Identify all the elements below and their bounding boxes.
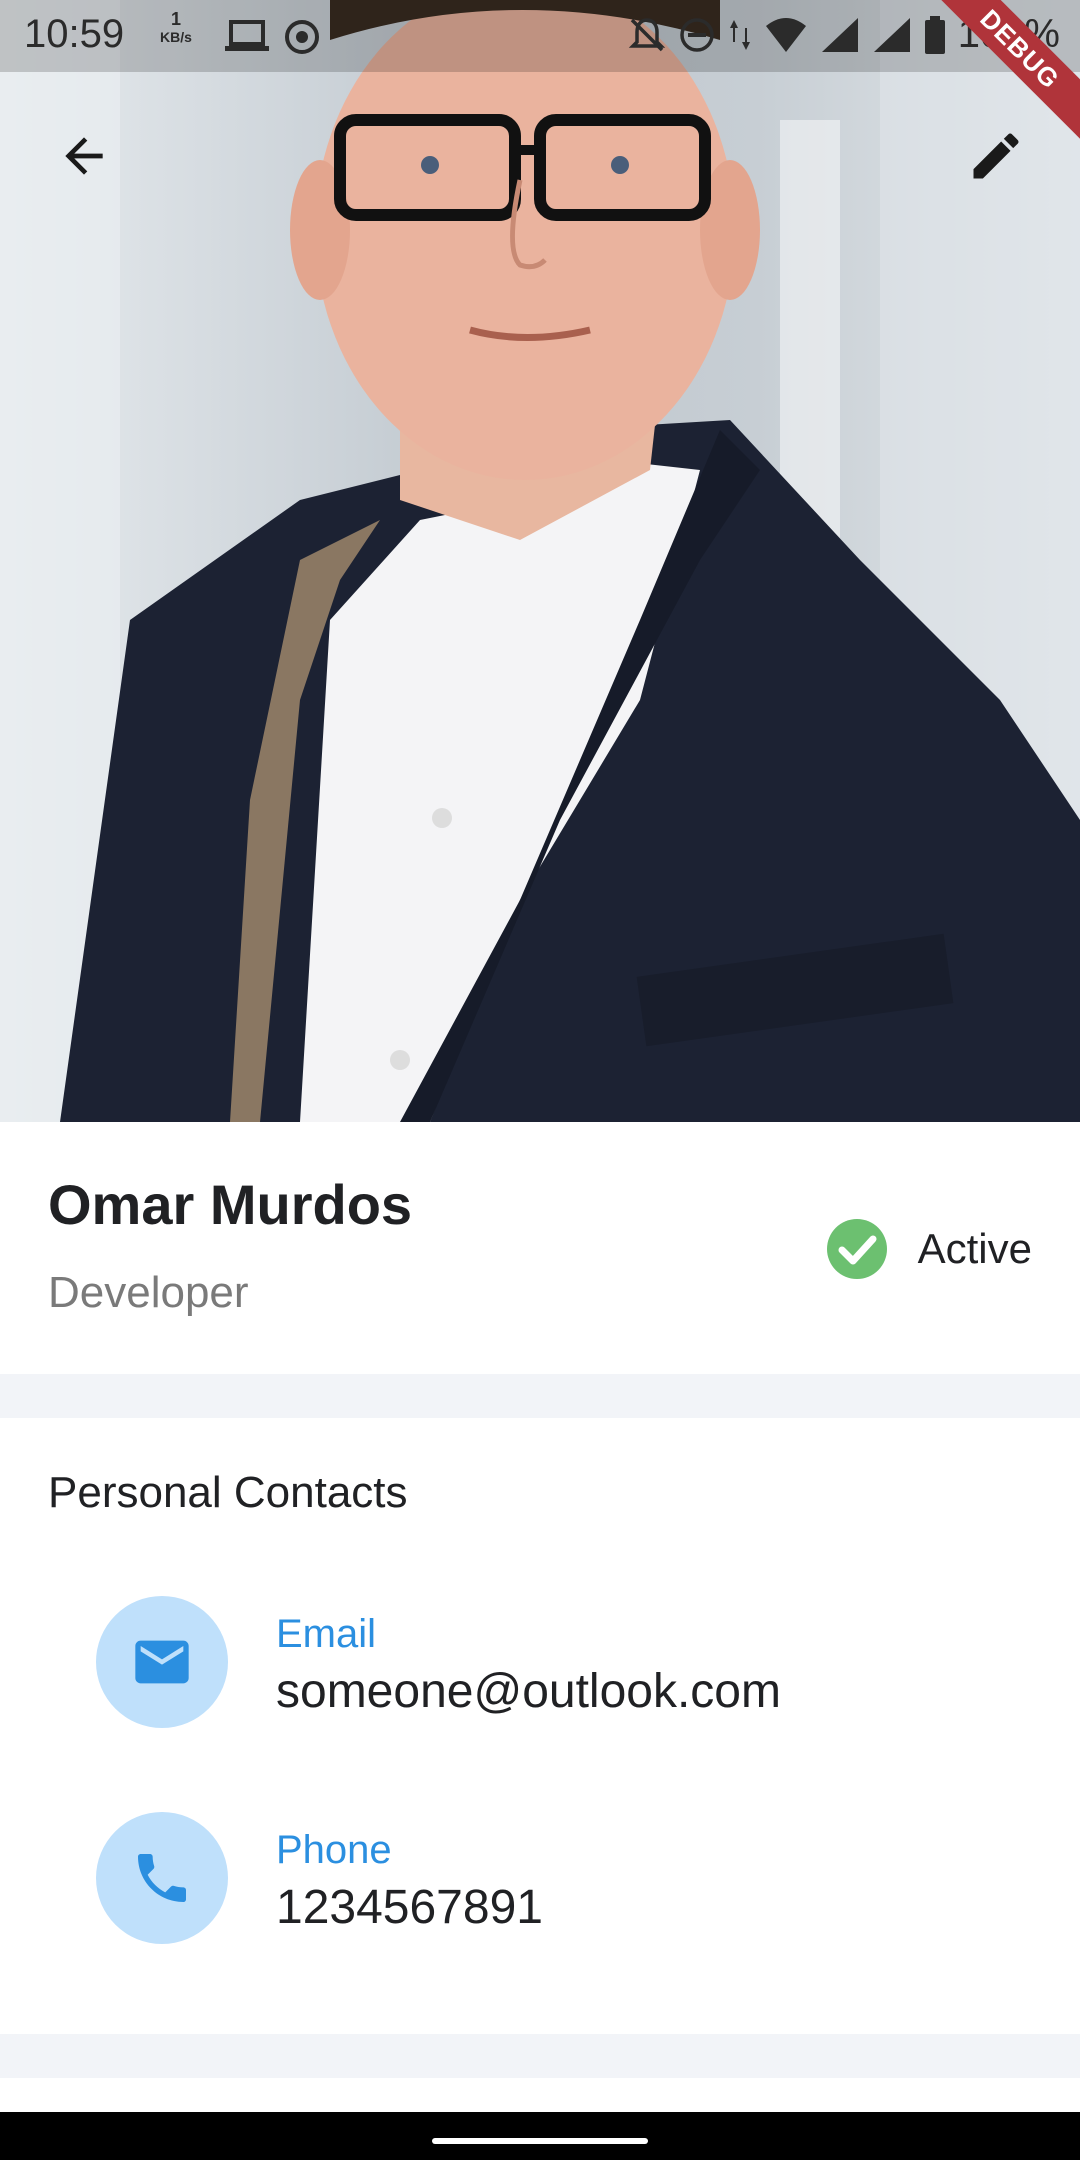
status-bar: 10:59 1 KB/s bbox=[0, 0, 1080, 72]
personal-contacts-section: Personal Contacts Email someone@outlook.… bbox=[0, 1418, 1080, 2034]
arrow-back-icon bbox=[65, 137, 103, 175]
contact-row-phone[interactable]: Phone 1234567891 bbox=[96, 1812, 996, 1952]
email-avatar bbox=[96, 1596, 228, 1728]
pencil-icon bbox=[973, 133, 1019, 179]
signal-icon-2 bbox=[873, 17, 910, 52]
network-speed: 1 KB/s bbox=[160, 10, 192, 46]
profile-photo bbox=[0, 0, 1080, 1122]
status-time: 10:59 bbox=[24, 12, 125, 56]
home-indicator[interactable] bbox=[432, 2138, 648, 2144]
battery-icon bbox=[924, 15, 945, 54]
contact-name: Omar Murdos bbox=[48, 1173, 413, 1236]
edit-button[interactable] bbox=[956, 116, 1036, 196]
do-not-disturb-icon bbox=[679, 17, 714, 52]
email-icon bbox=[135, 1640, 189, 1684]
profile-header: Omar Murdos Developer Active bbox=[0, 1122, 1080, 1374]
contact-value: 1234567891 bbox=[276, 1881, 543, 1934]
section-divider bbox=[0, 2034, 1080, 2078]
notifications-off-icon bbox=[628, 17, 665, 51]
network-speed-unit: KB/s bbox=[160, 29, 192, 45]
phone-avatar bbox=[96, 1812, 228, 1944]
signal-icon bbox=[821, 17, 858, 52]
wifi-icon bbox=[765, 17, 806, 52]
contact-detail-screen: 10:59 1 KB/s DEBUG Omar Murdos Developer… bbox=[0, 0, 1080, 2160]
contact-label: Phone bbox=[276, 1828, 392, 1872]
network-speed-value: 1 bbox=[170, 9, 181, 29]
person-illustration bbox=[0, 0, 1080, 1122]
contact-row-email[interactable]: Email someone@outlook.com bbox=[96, 1596, 996, 1736]
section-title: Personal Contacts bbox=[48, 1468, 408, 1517]
section-divider bbox=[0, 1374, 1080, 1418]
check-circle-icon bbox=[826, 1219, 887, 1279]
contact-value: someone@outlook.com bbox=[276, 1665, 781, 1718]
status-indicator: Active bbox=[826, 1218, 1032, 1280]
back-button[interactable] bbox=[44, 116, 124, 196]
status-label: Active bbox=[917, 1225, 1032, 1272]
status-left-icons bbox=[225, 18, 321, 56]
contact-label: Email bbox=[276, 1612, 377, 1656]
navigation-bar bbox=[0, 2112, 1080, 2160]
contact-role: Developer bbox=[48, 1268, 249, 1317]
phone-icon bbox=[138, 1854, 186, 1902]
data-transfer-icon bbox=[729, 19, 750, 50]
laptop-icon bbox=[225, 20, 269, 51]
sync-icon bbox=[285, 20, 319, 54]
